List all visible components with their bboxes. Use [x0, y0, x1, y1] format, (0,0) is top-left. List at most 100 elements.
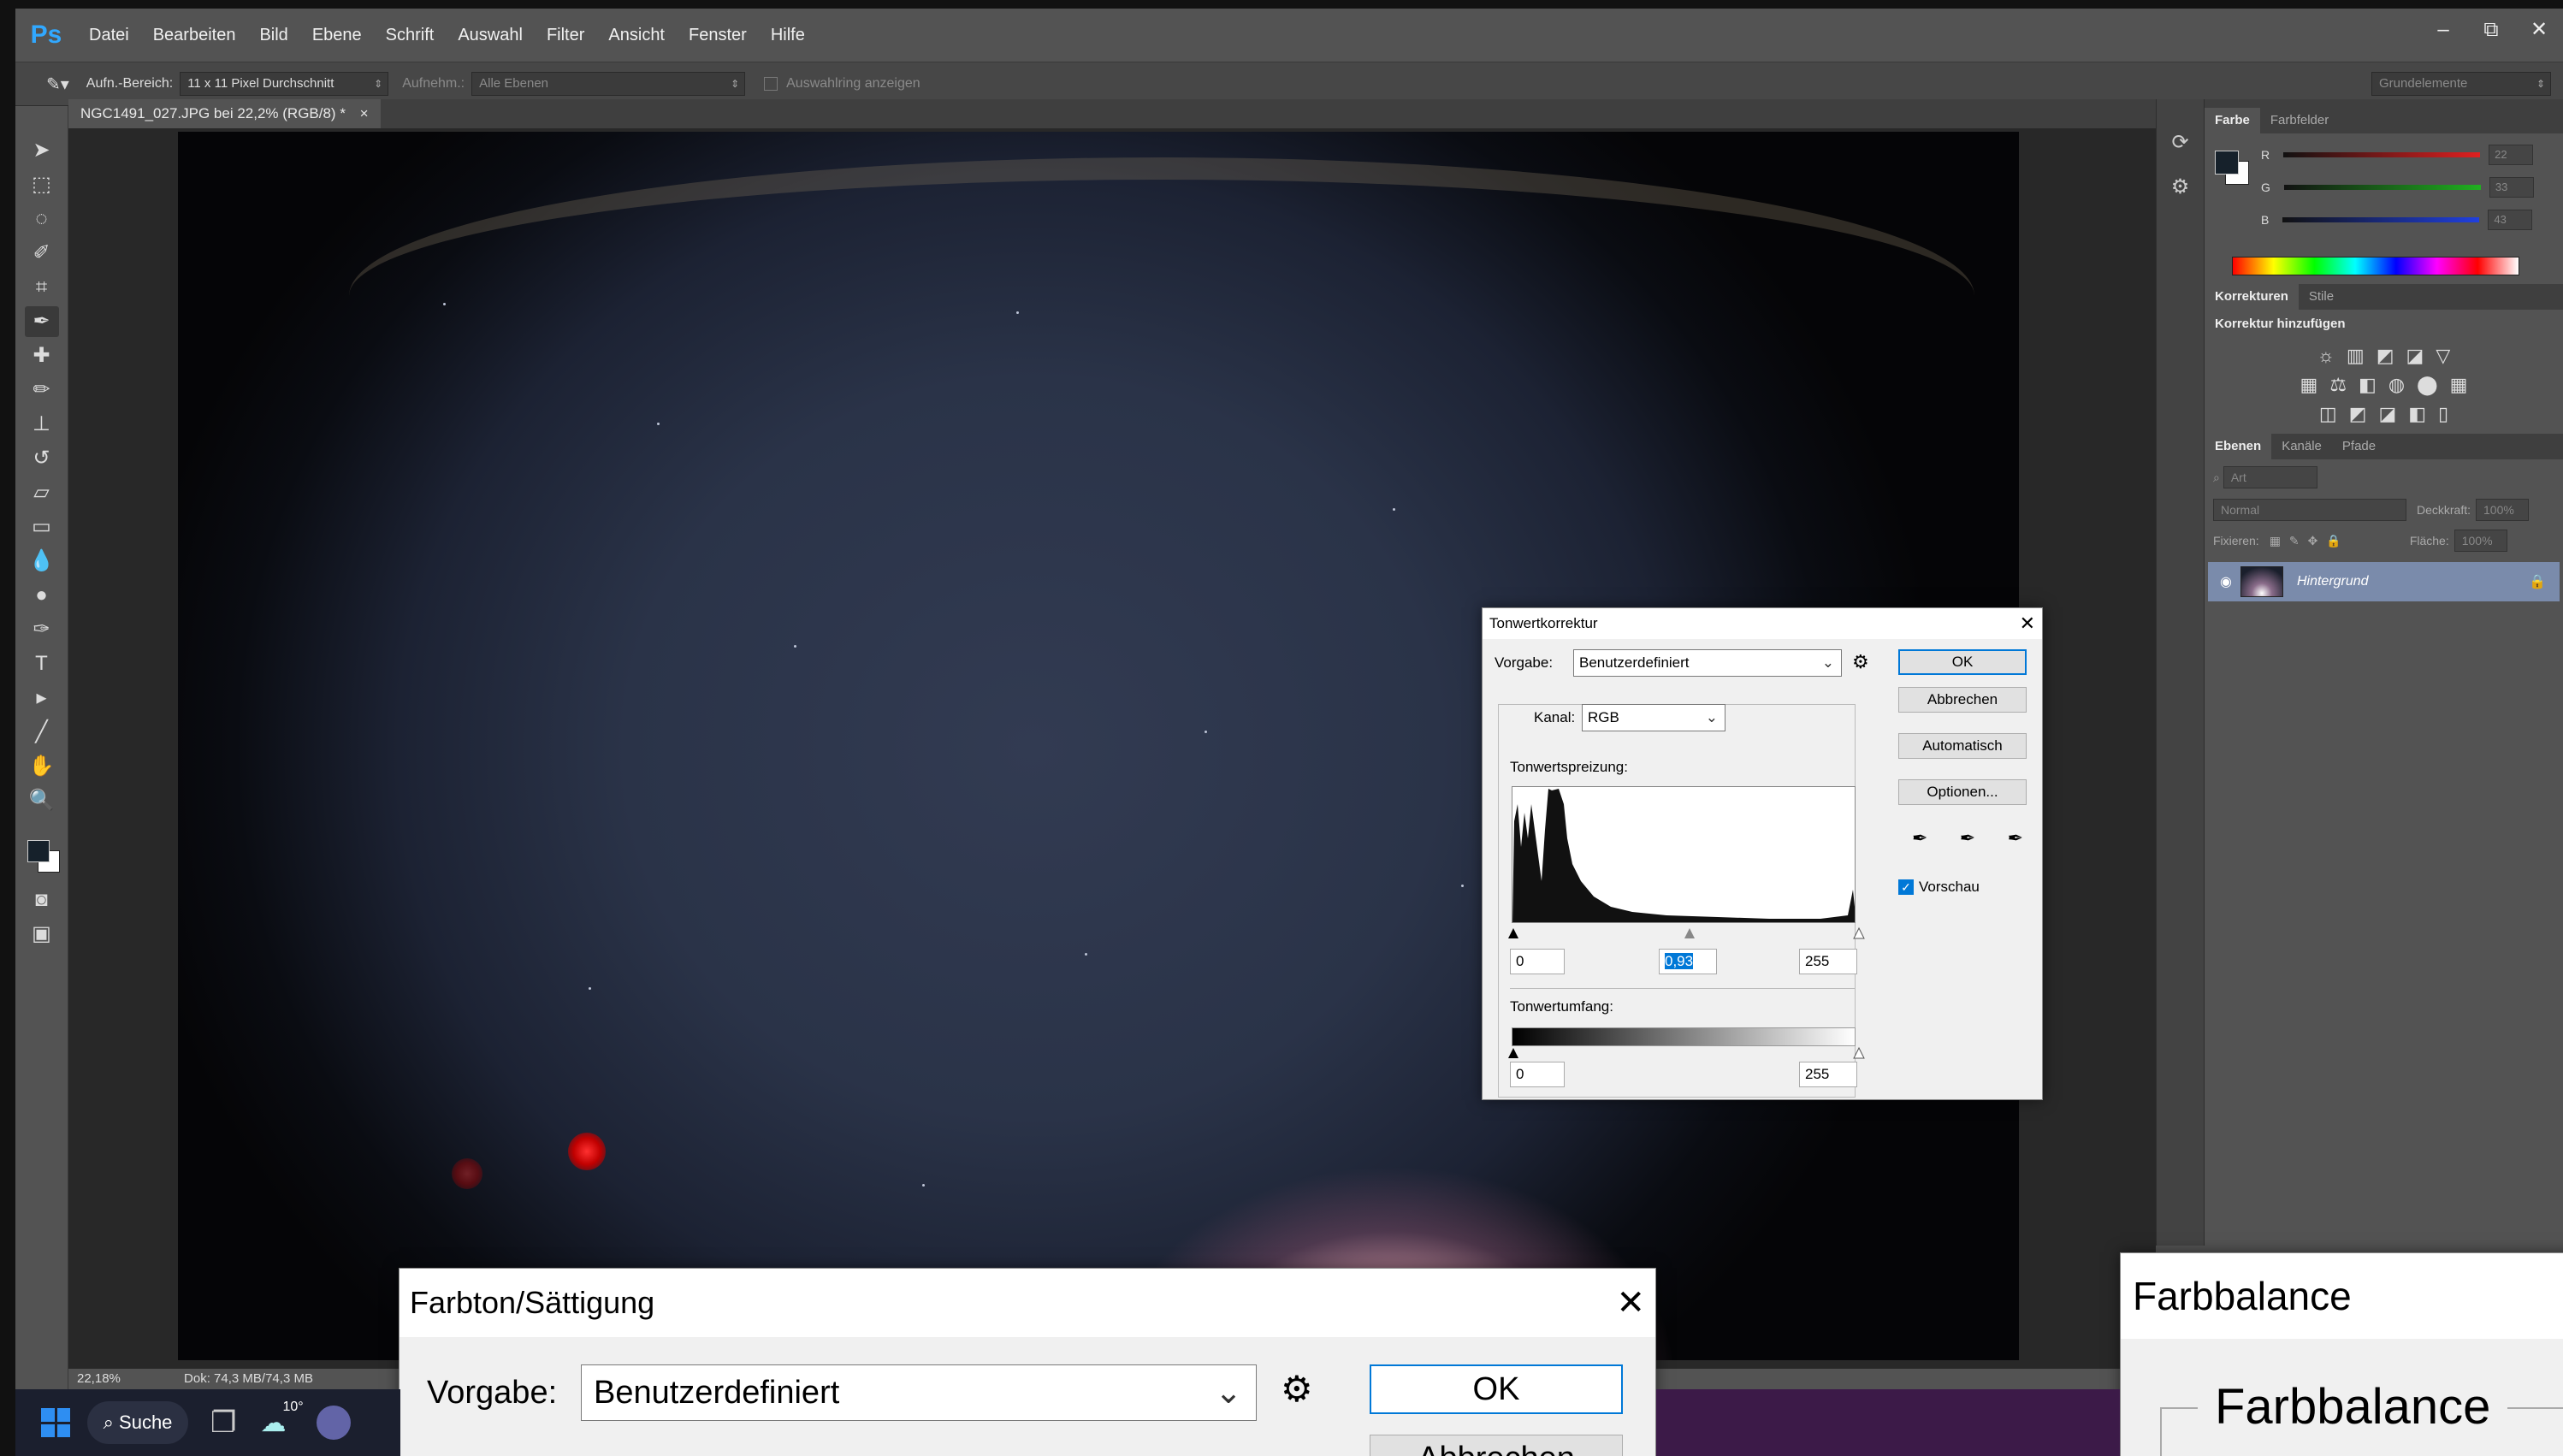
- menu-ebene[interactable]: Ebene: [300, 26, 374, 45]
- hue-ok-button[interactable]: OK: [1370, 1364, 1623, 1414]
- input-sliders[interactable]: [1506, 926, 1866, 940]
- eyedropper-icon[interactable]: ✎▾: [46, 74, 69, 95]
- task-view-icon[interactable]: ❐: [210, 1406, 236, 1440]
- color-balance-icon[interactable]: ⚖: [2329, 374, 2347, 396]
- ok-button[interactable]: OK: [1898, 649, 2027, 675]
- screen-mode-icon[interactable]: ▣: [25, 919, 59, 950]
- layer-name[interactable]: Hintergrund: [2297, 574, 2369, 589]
- quick-select-tool-icon[interactable]: ✐: [25, 238, 59, 269]
- sample-layers-select[interactable]: Alle Ebenen: [471, 72, 746, 96]
- brightness-icon[interactable]: ☼: [2317, 345, 2335, 367]
- color-lookup-icon[interactable]: ▦: [2450, 374, 2468, 396]
- preset-select[interactable]: Benutzerdefiniert ⌄: [1573, 649, 1842, 677]
- pen-tool-icon[interactable]: ✑: [25, 614, 59, 645]
- tab-farbfelder[interactable]: Farbfelder: [2260, 108, 2339, 133]
- exposure-icon[interactable]: ◪: [2406, 345, 2424, 367]
- tab-farbe[interactable]: Farbe: [2205, 108, 2260, 133]
- blue-slider[interactable]: B 43: [2246, 204, 2534, 236]
- invert-icon[interactable]: ◫: [2319, 403, 2337, 425]
- white-eyedropper-icon[interactable]: ✒: [2008, 827, 2023, 849]
- preview-checkbox[interactable]: ✓ Vorschau: [1898, 879, 1980, 896]
- checkbox-checked-icon[interactable]: ✓: [1898, 879, 1914, 895]
- tab-stile[interactable]: Stile: [2299, 284, 2344, 310]
- channel-select[interactable]: RGB ⌄: [1582, 704, 1725, 731]
- history-brush-icon[interactable]: ↺: [25, 443, 59, 474]
- layer-row-background[interactable]: ◉ Hintergrund 🔒: [2208, 562, 2560, 601]
- minimize-button[interactable]: –: [2419, 9, 2467, 51]
- hue-preset-select[interactable]: Benutzerdefiniert ⌄: [581, 1364, 1257, 1421]
- menu-bearbeiten[interactable]: Bearbeiten: [141, 26, 248, 45]
- black-eyedropper-icon[interactable]: ✒: [1912, 827, 1927, 849]
- document-tab-close[interactable]: ×: [360, 105, 369, 121]
- show-ring-checkbox[interactable]: [764, 77, 778, 91]
- brush-tool-icon[interactable]: ✏: [25, 375, 59, 405]
- stamp-tool-icon[interactable]: ⊥: [25, 409, 59, 440]
- input-white-field[interactable]: 255: [1799, 949, 1857, 974]
- hue-preset-gear-icon[interactable]: ⚙: [1281, 1368, 1313, 1410]
- lasso-tool-icon[interactable]: ◌: [25, 204, 59, 234]
- menu-filter[interactable]: Filter: [535, 26, 596, 45]
- healing-brush-icon[interactable]: ✚: [25, 340, 59, 371]
- lock-icons[interactable]: ▦✎✥🔒: [2270, 534, 2350, 548]
- menu-ansicht[interactable]: Ansicht: [596, 26, 677, 45]
- eraser-tool-icon[interactable]: ▱: [25, 477, 59, 508]
- document-tab[interactable]: NGC1491_027.JPG bei 22,2% (RGB/8) * ×: [68, 99, 381, 128]
- blur-tool-icon[interactable]: 💧: [25, 546, 59, 577]
- black-white-icon[interactable]: ◧: [2359, 374, 2377, 396]
- tab-korrekturen[interactable]: Korrekturen: [2205, 284, 2299, 310]
- channel-mixer-icon[interactable]: ⬤: [2417, 374, 2438, 396]
- gradient-tool-icon[interactable]: ▭: [25, 512, 59, 542]
- posterize-icon[interactable]: ◩: [2349, 403, 2367, 425]
- output-black-field[interactable]: 0: [1510, 1062, 1565, 1087]
- weather-widget[interactable]: ☁ 10°: [260, 1400, 303, 1438]
- tab-ebenen[interactable]: Ebenen: [2205, 434, 2272, 459]
- foreground-color[interactable]: [27, 840, 50, 862]
- cancel-button[interactable]: Abbrechen: [1898, 687, 2027, 713]
- hue-close-icon[interactable]: ✕: [1616, 1283, 1645, 1323]
- levels-close-icon[interactable]: ✕: [2020, 613, 2035, 635]
- layer-filter-select[interactable]: Art: [2223, 466, 2317, 488]
- workspace-select[interactable]: Grundelemente: [2371, 72, 2551, 96]
- red-slider[interactable]: R 22: [2246, 139, 2534, 171]
- restore-button[interactable]: ⧉: [2467, 9, 2515, 51]
- menu-schrift[interactable]: Schrift: [374, 26, 447, 45]
- options-button[interactable]: Optionen...: [1898, 779, 2027, 805]
- photo-filter-icon[interactable]: ◍: [2388, 374, 2405, 396]
- opacity-input[interactable]: 100%: [2476, 499, 2530, 521]
- move-tool-icon[interactable]: ➤: [25, 135, 59, 166]
- tab-pfade[interactable]: Pfade: [2332, 434, 2386, 459]
- history-icon[interactable]: ⟳: [2165, 130, 2196, 161]
- vibrance-icon[interactable]: ▽: [2436, 345, 2450, 367]
- hue-cancel-button[interactable]: Abbrechen: [1370, 1435, 1623, 1456]
- gradient-map-icon[interactable]: ▯: [2438, 403, 2448, 425]
- threshold-icon[interactable]: ◪: [2378, 403, 2396, 425]
- preset-gear-icon[interactable]: ⚙: [1852, 651, 1869, 673]
- marquee-tool-icon[interactable]: ⬚: [25, 169, 59, 200]
- hand-tool-icon[interactable]: ✋: [25, 751, 59, 782]
- visibility-eye-icon[interactable]: ◉: [2220, 573, 2232, 590]
- menu-auswahl[interactable]: Auswahl: [446, 26, 535, 45]
- taskbar-search[interactable]: ⌕ Suche: [87, 1401, 188, 1444]
- path-select-icon[interactable]: ▸: [25, 683, 59, 713]
- color-swatches[interactable]: [21, 830, 63, 881]
- levels-icon[interactable]: ▥: [2347, 345, 2365, 367]
- input-gamma-field[interactable]: 0,93: [1659, 949, 1717, 974]
- green-slider[interactable]: G 33: [2246, 171, 2534, 204]
- menu-datei[interactable]: Datei: [77, 26, 141, 45]
- line-tool-icon[interactable]: ╱: [25, 717, 59, 748]
- windows-start-icon[interactable]: [41, 1408, 70, 1437]
- zoom-level[interactable]: 22,18%: [77, 1371, 121, 1386]
- curves-icon[interactable]: ◩: [2377, 345, 2394, 367]
- crop-tool-icon[interactable]: ⌗: [25, 272, 59, 303]
- tab-kanaele[interactable]: Kanäle: [2271, 434, 2332, 459]
- eyedropper-tool-icon[interactable]: ✒: [24, 306, 59, 337]
- selective-color-icon[interactable]: ◧: [2408, 403, 2426, 425]
- gray-eyedropper-icon[interactable]: ✒: [1960, 827, 1975, 849]
- blend-mode-select[interactable]: Normal: [2213, 499, 2406, 521]
- properties-icon[interactable]: ⚙: [2165, 175, 2196, 205]
- quick-mask-icon[interactable]: ◙: [25, 885, 59, 915]
- dodge-tool-icon[interactable]: ●: [25, 580, 59, 611]
- hue-sat-icon[interactable]: ▦: [2300, 374, 2318, 396]
- output-white-field[interactable]: 255: [1799, 1062, 1857, 1087]
- menu-hilfe[interactable]: Hilfe: [759, 26, 817, 45]
